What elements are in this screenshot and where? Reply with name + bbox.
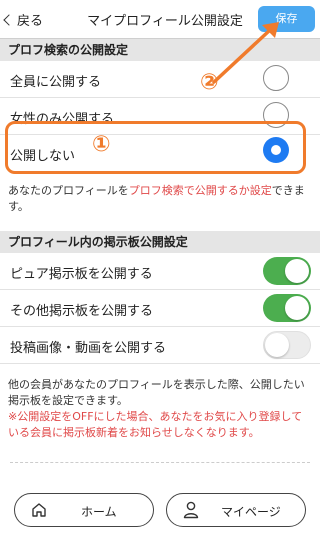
profile-search-setting-link[interactable]: プロフ検索で公開するか設定 — [129, 184, 272, 197]
toggle-knob — [265, 333, 289, 357]
home-label: ホーム — [81, 505, 117, 519]
toggle-knob — [285, 296, 309, 320]
mypage-button[interactable]: マイページ — [166, 493, 306, 527]
user-icon — [183, 501, 199, 519]
profile-search-note: あなたのプロフィールをプロフ検索で公開するか設定できます。 — [8, 183, 313, 215]
toggle-row-media[interactable]: 投稿画像・動画を公開する — [0, 327, 320, 364]
toggle-switch-on[interactable] — [263, 294, 311, 322]
home-button[interactable]: ホーム — [14, 493, 154, 527]
toggle-switch-on[interactable] — [263, 257, 311, 285]
home-icon — [32, 503, 46, 517]
toggle-label: 投稿画像・動画を公開する — [10, 341, 167, 356]
step-1-marker: ① — [92, 132, 111, 157]
toggle-switch-off[interactable] — [263, 331, 311, 359]
toggle-knob — [285, 259, 309, 283]
section-heading-board: プロフィール内の掲示板公開設定 — [0, 231, 320, 253]
highlight-box — [5, 121, 306, 174]
step-2-marker: ② — [200, 70, 219, 95]
toggle-label: ピュア掲示板を公開する — [10, 267, 153, 282]
annotation-arrow — [212, 22, 279, 84]
board-warning: ※公開設定をOFFにした場合、あなたをお気に入り登録している会員に掲示板新着をお… — [8, 410, 303, 439]
toggle-label: その他掲示板を公開する — [10, 304, 154, 319]
board-note: 他の会員があなたのプロフィールを表示した際、公開したい掲示板を設定できます。 — [8, 378, 305, 407]
toggle-row-pure-board[interactable]: ピュア掲示板を公開する — [0, 253, 320, 290]
mypage-label: マイページ — [221, 505, 281, 519]
toggle-row-other-board[interactable]: その他掲示板を公開する — [0, 290, 320, 327]
divider — [10, 462, 310, 463]
note-prefix: あなたのプロフィールを — [8, 184, 129, 197]
